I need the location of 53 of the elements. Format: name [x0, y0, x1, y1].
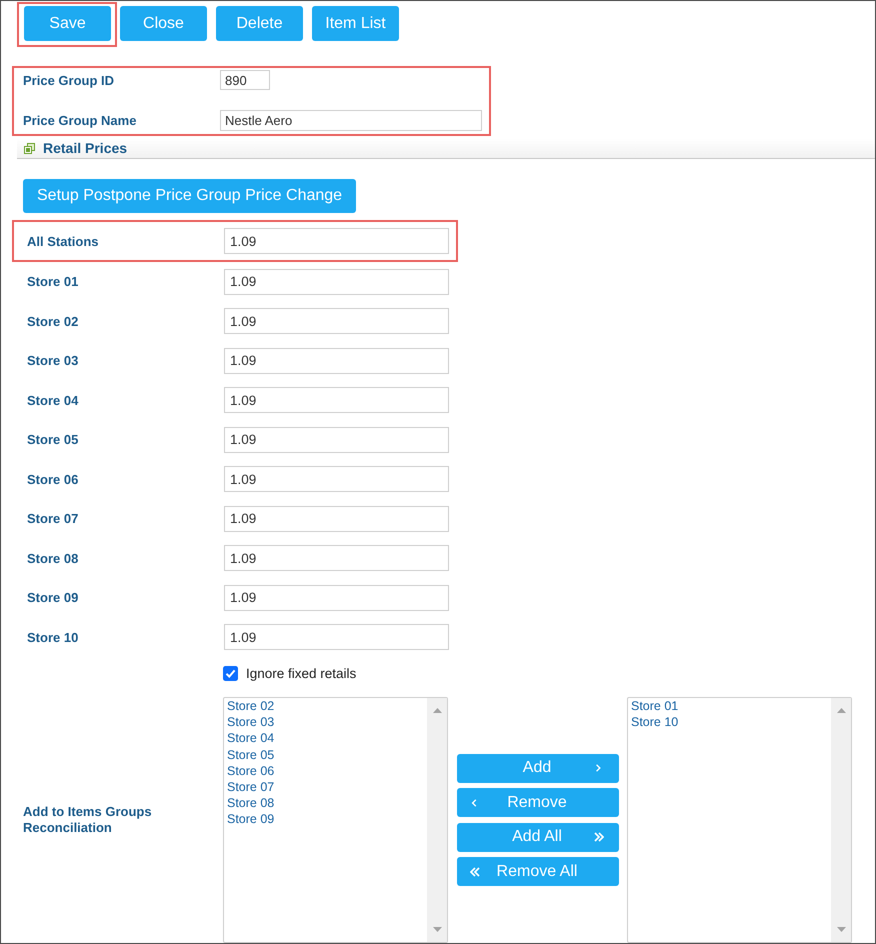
- price-field[interactable]: 1.09: [224, 268, 449, 295]
- field-label: Price Group ID: [23, 72, 116, 88]
- price-field[interactable]: 1.09: [224, 466, 449, 492]
- stacked-squares-icon[interactable]: [24, 142, 35, 154]
- chevron-left-icon: [471, 798, 479, 808]
- price-label: Store 01: [27, 274, 80, 290]
- list-option[interactable]: Store 10: [631, 714, 831, 730]
- up-arrow-icon[interactable]: [432, 708, 442, 713]
- list-option[interactable]: Store 09: [227, 811, 427, 828]
- section-title: Retail Prices: [43, 140, 128, 156]
- price-label: Store 10: [27, 630, 80, 645]
- field-label: Add to Items Groups Reconciliation: [23, 804, 153, 836]
- list-option[interactable]: Store 06: [227, 762, 427, 780]
- price-label: Store 04: [27, 392, 80, 408]
- list-option[interactable]: Store 03: [227, 714, 427, 730]
- list-option[interactable]: Store 01: [631, 698, 831, 714]
- list-option[interactable]: Store 05: [227, 746, 427, 763]
- price-label: Store 09: [27, 590, 80, 606]
- price-field[interactable]: 1.09: [224, 506, 449, 532]
- chevron-right-icon: [595, 763, 603, 774]
- price-label: Store 05: [27, 432, 80, 448]
- price-field[interactable]: 1.09: [224, 387, 449, 414]
- price-field[interactable]: 1.09: [224, 228, 449, 254]
- scrollbar-track[interactable]: [427, 698, 447, 942]
- text-field[interactable]: 890: [220, 70, 270, 90]
- available-listbox[interactable]: Store 02 Store 03 Store 04 Store 05 Store 06 Store 07 Store 08 Store 09: [223, 697, 448, 943]
- list-option[interactable]: Store 08: [227, 795, 427, 812]
- list-option[interactable]: Store 07: [227, 779, 427, 796]
- price-field[interactable]: 1.09: [224, 545, 449, 572]
- list-option[interactable]: Store 02: [227, 698, 427, 714]
- price-label: Store 03: [27, 353, 80, 368]
- price-label: Store 02: [27, 314, 80, 329]
- double-chevron-right-icon: [594, 832, 604, 842]
- price-field[interactable]: 1.09: [224, 426, 449, 453]
- list-option[interactable]: Store 04: [227, 730, 427, 747]
- price-field[interactable]: 1.09: [224, 308, 449, 334]
- price-label: Store 07: [27, 511, 80, 526]
- double-chevron-left-icon: [470, 866, 480, 877]
- checkbox[interactable]: [223, 666, 238, 680]
- price-field[interactable]: 1.09: [224, 584, 449, 611]
- price-label: Store 06: [27, 472, 80, 487]
- price-field[interactable]: 1.09: [224, 348, 449, 374]
- checkbox-label: Ignore fixed retails: [246, 666, 356, 680]
- text-field[interactable]: Nestle Aero: [220, 110, 482, 130]
- field-label: Price Group Name: [23, 112, 138, 128]
- up-arrow-icon[interactable]: [836, 708, 846, 713]
- selected-listbox[interactable]: Store 01 Store 10: [627, 697, 852, 943]
- price-label: Store 08: [27, 550, 80, 566]
- down-arrow-icon[interactable]: [432, 927, 442, 932]
- price-label: All Stations: [27, 234, 100, 248]
- down-arrow-icon[interactable]: [836, 927, 846, 932]
- price-field[interactable]: 1.09: [224, 624, 449, 650]
- scrollbar-track[interactable]: [831, 698, 851, 942]
